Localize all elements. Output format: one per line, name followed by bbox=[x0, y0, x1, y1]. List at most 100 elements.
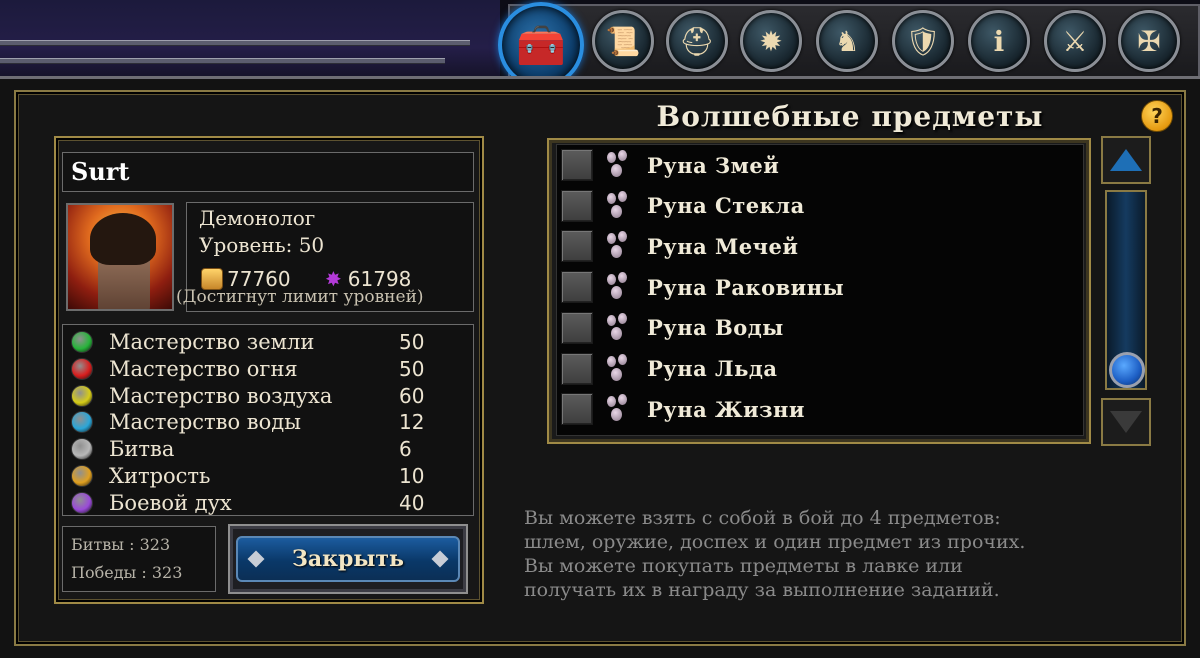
info-figure-icon: ℹ bbox=[993, 24, 1005, 58]
armor-tab[interactable]: ⛑ bbox=[666, 10, 728, 72]
skill-orb-icon bbox=[71, 384, 93, 407]
skill-row: Боевой дух 40 bbox=[71, 490, 471, 516]
item-row[interactable]: Руна Змей bbox=[561, 147, 1071, 183]
item-checkbox[interactable] bbox=[561, 311, 593, 344]
close-button-face[interactable]: Закрыть bbox=[236, 536, 460, 582]
item-row[interactable]: Руна Мечей bbox=[561, 228, 1071, 264]
flail-icon: ⚔ bbox=[1062, 24, 1088, 58]
skill-orb-icon bbox=[71, 331, 93, 353]
skill-label: Мастерство воды bbox=[109, 410, 301, 435]
help-text-line: Вы можете взять с собой в бой до 4 предм… bbox=[524, 507, 1001, 529]
arrow-up-icon bbox=[1110, 149, 1142, 171]
rune-stones-icon bbox=[605, 312, 629, 343]
items-help-text: Вы можете взять с собой в бой до 4 предм… bbox=[524, 506, 1174, 602]
banner-tab[interactable]: 🛡 bbox=[892, 10, 954, 72]
rune-stones-icon bbox=[605, 190, 629, 221]
skill-label: Боевой дух bbox=[109, 490, 232, 515]
magic-tab[interactable]: ✹ bbox=[740, 10, 802, 72]
portrait-hair bbox=[90, 213, 156, 265]
skill-value: 12 bbox=[399, 410, 425, 435]
item-label: Руна Мечей bbox=[647, 233, 799, 259]
magic-items-list: Руна Змей Руна Стекла Руна Мечей Руна Раков… bbox=[556, 144, 1084, 436]
skill-value: 60 bbox=[399, 383, 425, 408]
skill-value: 10 bbox=[399, 464, 425, 488]
skills-list: Мастерство земли 50 Мастерство огня 50 Масте… bbox=[62, 324, 474, 516]
item-row[interactable]: Руна Жизни bbox=[561, 391, 1071, 427]
item-label: Руна Змей bbox=[647, 152, 780, 178]
horse-rider-icon: ♞ bbox=[834, 24, 860, 58]
character-level: Уровень: 50 bbox=[199, 233, 325, 257]
level-limit-note: (Достигнут лимит уровней) bbox=[176, 287, 424, 307]
section-title: Волшебные предметы bbox=[656, 100, 1044, 133]
skill-value: 40 bbox=[399, 490, 425, 515]
skill-value: 50 bbox=[399, 330, 425, 354]
skill-orb-icon bbox=[71, 491, 93, 514]
close-button[interactable]: Закрыть bbox=[228, 524, 468, 594]
cavalry-tab[interactable]: ♞ bbox=[816, 10, 878, 72]
item-checkbox[interactable] bbox=[561, 149, 593, 181]
skill-label: Битва bbox=[109, 437, 175, 462]
sun-burst-icon: ✹ bbox=[759, 24, 783, 58]
character-portrait bbox=[66, 203, 174, 311]
help-text-line: получать их в награду за выполнение зада… bbox=[524, 579, 1000, 601]
skill-label: Мастерство огня bbox=[109, 356, 298, 381]
character-class: Демонолог bbox=[199, 206, 316, 230]
scroll-track[interactable] bbox=[1105, 190, 1147, 390]
character-name: Surt bbox=[62, 152, 474, 192]
item-checkbox[interactable] bbox=[561, 393, 593, 426]
emblem-tab[interactable]: ✠ bbox=[1118, 10, 1180, 72]
item-checkbox[interactable] bbox=[561, 230, 593, 263]
battles-count: Битвы : 323 bbox=[71, 535, 171, 554]
rune-stones-icon bbox=[605, 394, 629, 424]
item-label: Руна Раковины bbox=[647, 274, 845, 300]
iron-cross-icon: ✠ bbox=[1137, 24, 1161, 58]
arrow-down-icon bbox=[1110, 411, 1142, 433]
dragon-banner-icon: 🛡 bbox=[905, 24, 941, 58]
item-row[interactable]: Руна Воды bbox=[561, 310, 1071, 346]
skill-row: Мастерство воздуха 60 bbox=[71, 383, 471, 409]
weapon-tab[interactable]: ⚔ bbox=[1044, 10, 1106, 72]
item-row[interactable]: Руна Стекла bbox=[561, 188, 1071, 224]
item-checkbox[interactable] bbox=[561, 271, 593, 304]
background-strip bbox=[0, 40, 470, 46]
scroll-icon: 📜 bbox=[605, 24, 641, 58]
background-strip bbox=[0, 58, 445, 64]
skill-label: Мастерство земли bbox=[109, 330, 315, 354]
help-button[interactable]: ? bbox=[1141, 100, 1173, 132]
item-label: Руна Стекла bbox=[647, 193, 805, 219]
skill-orb-icon bbox=[71, 357, 93, 380]
diamond-ornament-icon bbox=[431, 550, 449, 568]
wins-count: Победы : 323 bbox=[71, 563, 183, 582]
scroll-up-button[interactable] bbox=[1101, 136, 1151, 184]
skill-orb-icon bbox=[71, 438, 93, 461]
item-checkbox[interactable] bbox=[561, 352, 593, 385]
item-label: Руна Жизни bbox=[647, 396, 805, 422]
item-label: Руна Льда bbox=[647, 356, 778, 381]
knight-helmet-icon: ⛑ bbox=[679, 24, 715, 58]
rune-stones-icon bbox=[605, 272, 629, 302]
help-text-line: Вы можете покупать предметы в лавке или bbox=[524, 555, 963, 577]
diamond-ornament-icon bbox=[247, 550, 265, 568]
items-scrollbar[interactable] bbox=[1101, 136, 1151, 446]
skill-orb-icon bbox=[71, 465, 93, 487]
item-row[interactable]: Руна Льда bbox=[561, 351, 1071, 387]
skill-value: 6 bbox=[399, 437, 412, 462]
skill-orb-icon bbox=[71, 411, 93, 434]
rune-stones-icon bbox=[605, 353, 629, 384]
skill-label: Хитрость bbox=[109, 464, 211, 488]
scroll-tab[interactable]: 📜 bbox=[592, 10, 654, 72]
skill-row: Мастерство огня 50 bbox=[71, 356, 471, 382]
rune-stones-icon bbox=[605, 150, 629, 180]
item-row[interactable]: Руна Раковины bbox=[561, 269, 1071, 305]
treasure-chest-icon: 🧰 bbox=[516, 22, 566, 69]
scroll-down-button[interactable] bbox=[1101, 398, 1151, 446]
item-checkbox[interactable] bbox=[561, 189, 593, 222]
skill-row: Мастерство воды 12 bbox=[71, 409, 471, 435]
battle-stats: Битвы : 323 Победы : 323 bbox=[62, 526, 216, 592]
skill-row: Мастерство земли 50 bbox=[71, 329, 471, 355]
scroll-thumb[interactable] bbox=[1109, 352, 1145, 388]
skill-label: Мастерство воздуха bbox=[109, 383, 333, 408]
skill-row: Битва 6 bbox=[71, 436, 471, 462]
info-tab[interactable]: ℹ bbox=[968, 10, 1030, 72]
help-text-line: шлем, оружие, доспех и один предмет из п… bbox=[524, 531, 1026, 553]
